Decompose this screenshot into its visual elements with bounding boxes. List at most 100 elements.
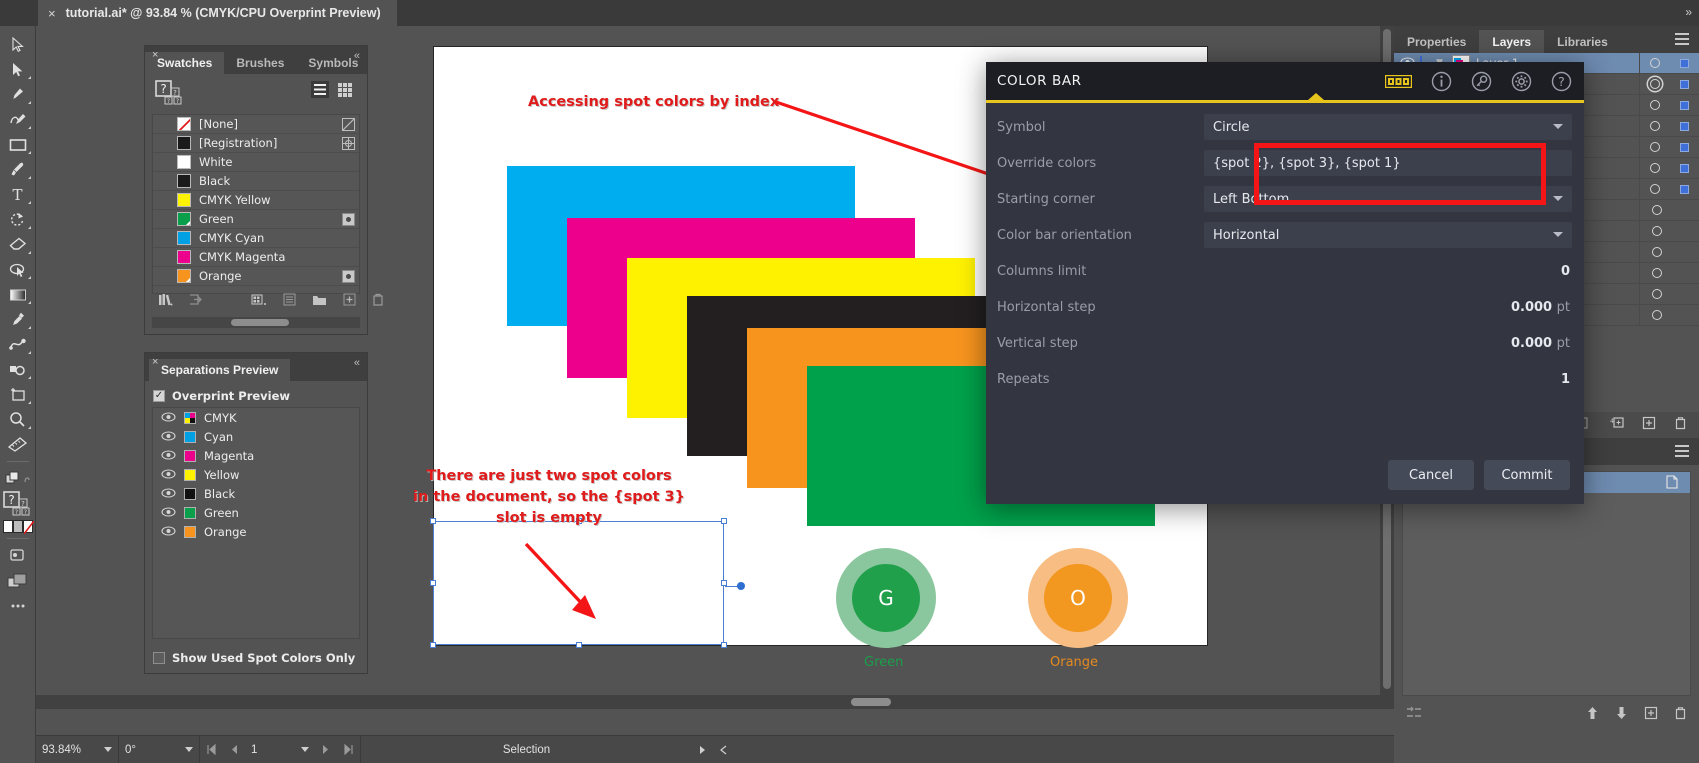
tab-separations-preview[interactable]: Separations Preview [149, 359, 290, 381]
zoom-level[interactable]: 93.84% [36, 736, 98, 763]
change-screen-mode-icon[interactable] [2, 568, 34, 593]
field-columns-limit[interactable]: Columns limit 0 [986, 253, 1584, 289]
spot-samples-group[interactable]: G Green O Orange [832, 542, 1122, 667]
target-indicator-icon[interactable] [1650, 58, 1660, 68]
delete-layer-icon[interactable] [1674, 416, 1687, 435]
selection-tool[interactable] [2, 32, 34, 57]
field-horizontal-step[interactable]: Horizontal step 0.000 pt [986, 289, 1584, 325]
help-icon[interactable]: ? [1551, 71, 1572, 97]
none-swatch[interactable] [23, 520, 33, 533]
orientation-select[interactable]: Horizontal [1204, 222, 1572, 248]
swatch-row[interactable]: CMYK Cyan [153, 229, 359, 248]
new-layer-icon[interactable] [1642, 416, 1656, 435]
artboards-menu-icon[interactable] [1675, 445, 1689, 460]
expand-panels-icon[interactable]: » [1685, 5, 1691, 19]
rearrange-artboards-icon[interactable] [1406, 706, 1422, 725]
eye-icon[interactable] [161, 428, 176, 446]
swatches-panel[interactable]: × « Swatches Brushes Symbols ? ? ? ? [144, 45, 368, 335]
close-icon[interactable]: × [152, 49, 158, 61]
selection-handle[interactable] [721, 642, 727, 648]
separations-preview-panel[interactable]: × « Separations Preview ✓ Overprint Prev… [144, 352, 368, 674]
close-icon[interactable]: × [152, 356, 158, 368]
tab-brushes[interactable]: Brushes [224, 52, 296, 74]
new-swatch-icon[interactable] [343, 293, 356, 309]
first-artboard-icon[interactable] [200, 736, 223, 763]
commit-button[interactable]: Commit [1484, 460, 1570, 490]
target-indicator-icon[interactable] [1652, 205, 1662, 215]
eye-icon[interactable] [161, 504, 176, 522]
selection-square-icon[interactable] [1680, 143, 1689, 152]
target-indicator-icon[interactable] [1652, 310, 1662, 320]
zoom-dropdown[interactable] [98, 736, 118, 763]
grid-view-icon[interactable] [336, 81, 354, 103]
rotation-value[interactable]: 0° [119, 736, 179, 763]
overprint-preview-checkbox[interactable]: ✓ Overprint Preview [145, 381, 367, 409]
paintbrush-tool[interactable] [2, 157, 34, 182]
color-bar-icon[interactable] [1385, 75, 1412, 93]
status-expand-icon[interactable] [713, 736, 734, 763]
target-indicator-icon[interactable] [1650, 163, 1660, 173]
vertical-step-value[interactable]: 0.000 pt [1204, 336, 1570, 351]
gradient-swatch[interactable] [13, 520, 23, 533]
swatch-row[interactable]: [None] [153, 115, 359, 134]
tab-symbols[interactable]: Symbols [296, 52, 370, 74]
selection-square-icon[interactable] [1680, 80, 1689, 89]
eraser-tool[interactable] [2, 232, 34, 257]
swatches-list[interactable]: [None] [Registration] White Black CM [152, 114, 360, 294]
eye-icon[interactable] [161, 485, 176, 503]
list-view-icon[interactable] [311, 81, 329, 103]
selection-square-icon[interactable] [1680, 101, 1689, 110]
selection-square-icon[interactable] [1680, 59, 1689, 68]
horizontal-step-value[interactable]: 0.000 pt [1204, 300, 1570, 315]
separation-row[interactable]: CMYK [153, 408, 359, 427]
curvature-tool[interactable] [2, 107, 34, 132]
symbol-select[interactable]: Circle [1204, 114, 1572, 140]
delete-swatch-icon[interactable] [372, 293, 384, 309]
separation-row[interactable]: Cyan [153, 427, 359, 446]
selection-square-icon[interactable] [1680, 185, 1689, 194]
selection-handle[interactable] [576, 642, 582, 648]
field-repeats[interactable]: Repeats 1 [986, 361, 1584, 397]
eye-icon[interactable] [161, 447, 176, 465]
close-icon[interactable]: × [48, 6, 56, 21]
repeats-value[interactable]: 1 [1204, 372, 1570, 387]
document-tab[interactable]: × tutorial.ai* @ 93.84 % (CMYK/CPU Overp… [38, 0, 397, 26]
zoom-tool[interactable] [2, 407, 34, 432]
color-bar-dialog[interactable]: COLOR BAR ? Symbol Circle [986, 62, 1584, 504]
release-to-layers-icon[interactable]: 4 [1607, 416, 1624, 435]
collapse-icon[interactable]: « [354, 50, 359, 62]
separation-row[interactable]: Orange [153, 522, 359, 541]
swatch-row[interactable]: Orange [153, 267, 359, 286]
target-indicator-icon[interactable] [1652, 247, 1662, 257]
eye-icon[interactable] [161, 409, 176, 427]
swatch-row[interactable]: CMYK Magenta [153, 248, 359, 267]
gradient-tool[interactable] [2, 282, 34, 307]
pen-tool[interactable] [2, 82, 34, 107]
scroll-thumb[interactable] [851, 698, 891, 706]
separation-row[interactable]: Magenta [153, 446, 359, 465]
next-artboard-icon[interactable] [315, 736, 337, 763]
artboards-list[interactable]: 1 Artboard 1 [1402, 471, 1691, 696]
canvas-horizontal-scrollbar[interactable] [36, 695, 1380, 709]
artboard-dropdown[interactable] [295, 736, 315, 763]
separation-row[interactable]: Green [153, 503, 359, 522]
selection-square-icon[interactable] [1680, 122, 1689, 131]
show-swatch-kinds-icon[interactable] [251, 293, 267, 309]
rotate-tool[interactable] [2, 207, 34, 232]
rectangle-tool[interactable] [2, 132, 34, 157]
new-artboard-icon[interactable] [1644, 706, 1658, 725]
swatch-row[interactable]: Green [153, 210, 359, 229]
status-menu-icon[interactable] [692, 736, 713, 763]
eye-icon[interactable] [161, 466, 176, 484]
swatch-options-icon[interactable] [283, 293, 296, 309]
separations-list[interactable]: CMYK Cyan Magenta Yellow [152, 407, 360, 639]
separation-row[interactable]: Black [153, 484, 359, 503]
swatch-row[interactable]: [Registration] [153, 134, 359, 153]
free-transform-tool[interactable] [2, 257, 34, 282]
selection-square-icon[interactable] [1680, 164, 1689, 173]
target-indicator-icon[interactable] [1650, 184, 1660, 194]
swatch-row[interactable]: White [153, 153, 359, 172]
selection-handle[interactable] [430, 642, 436, 648]
prev-artboard-icon[interactable] [223, 736, 245, 763]
artboard-tool[interactable] [2, 382, 34, 407]
